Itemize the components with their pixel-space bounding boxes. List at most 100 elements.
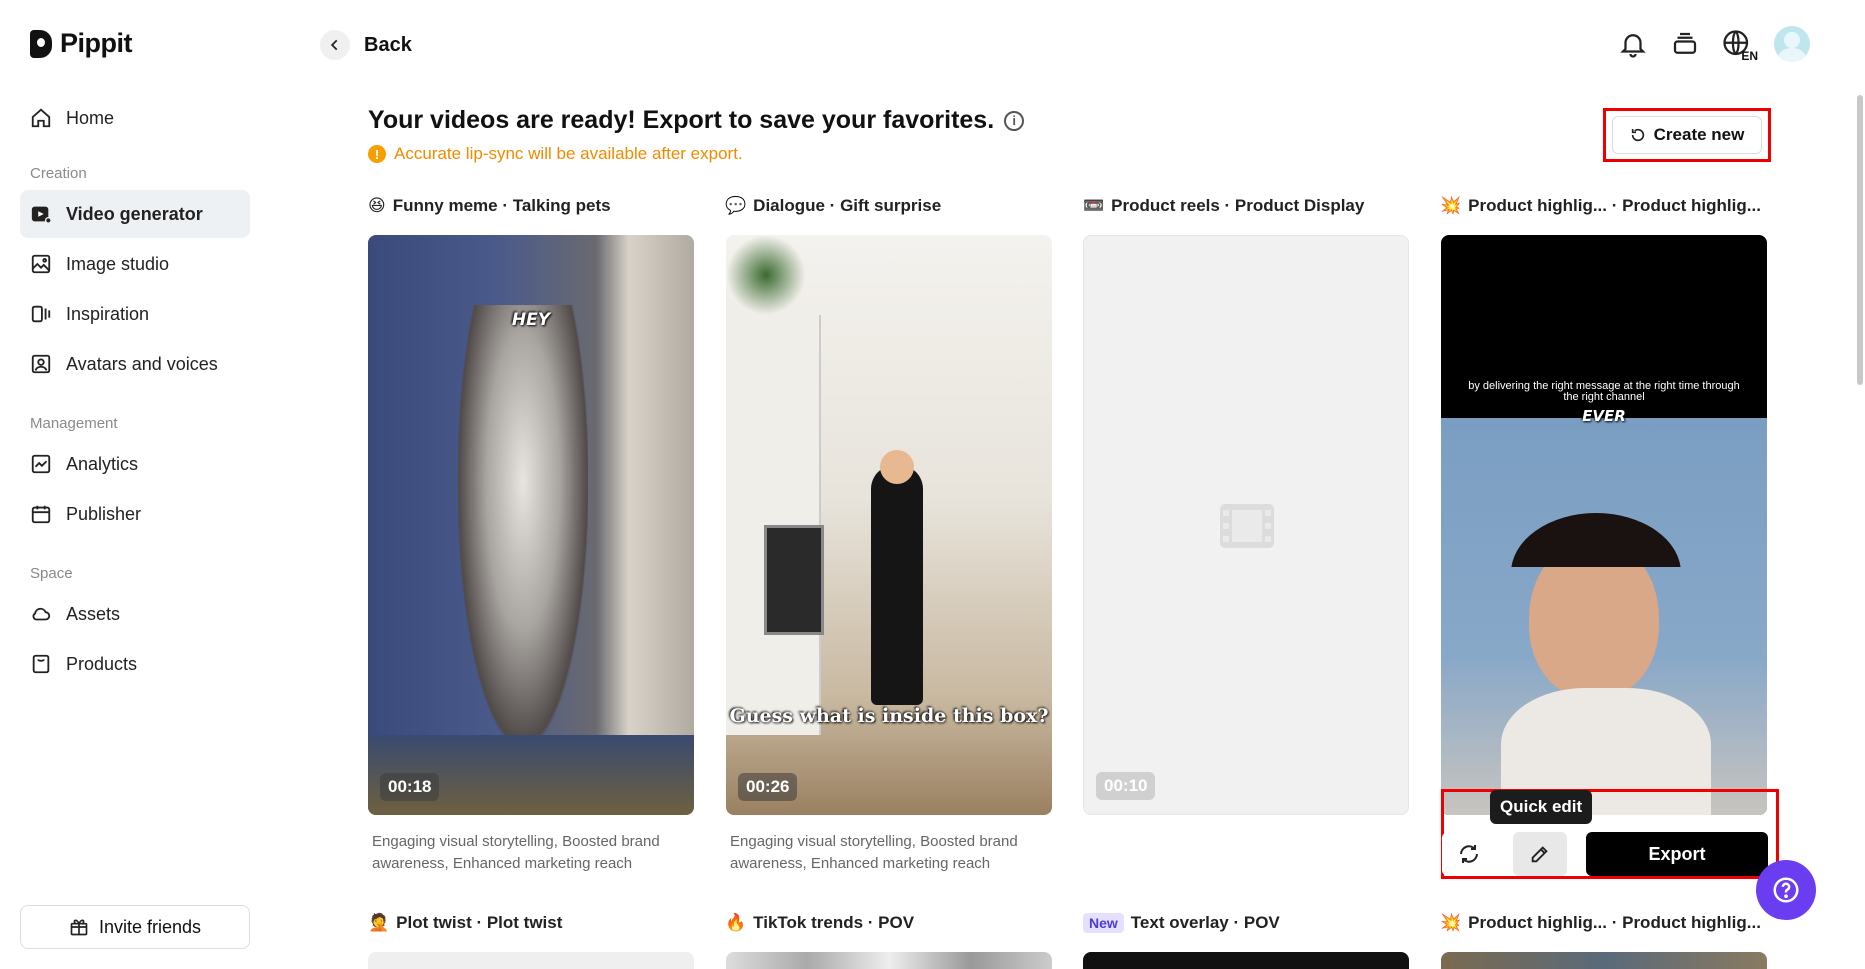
video-caption: by delivering the right message at the r… xyxy=(1468,380,1740,403)
sidebar-item-label: Products xyxy=(66,653,138,674)
regenerate-button[interactable] xyxy=(1442,832,1496,876)
scrollbar[interactable] xyxy=(1857,95,1863,385)
sidebar-item-analytics[interactable]: Analytics xyxy=(20,440,250,488)
create-new-button[interactable]: Create new xyxy=(1612,116,1762,154)
video-thumbnail[interactable] xyxy=(368,952,694,969)
film-icon xyxy=(1220,504,1274,548)
facepalm-emoji-icon: 🤦 xyxy=(368,913,390,932)
section-creation: Creation xyxy=(30,165,87,182)
pencil-icon xyxy=(1531,846,1548,863)
burst-icon: 💥 xyxy=(1440,913,1462,932)
sidebar-item-label: Analytics xyxy=(66,453,139,474)
video-caption: HEY xyxy=(511,310,551,330)
card-title-text: Product highlig... · Product highlig... xyxy=(1468,196,1761,215)
create-new-label: Create new xyxy=(1653,125,1745,144)
sidebar-item-label: Video generator xyxy=(66,203,203,224)
cat-figure xyxy=(458,305,588,745)
person-head xyxy=(880,450,914,484)
gift-icon xyxy=(70,919,88,936)
sidebar-item-products[interactable]: Products xyxy=(20,640,250,688)
fire-icon: 🔥 xyxy=(725,913,747,932)
card-title: 🤦 Plot twist · Plot twist xyxy=(368,913,562,933)
card-title-text: Funny meme · Talking pets xyxy=(392,196,611,215)
language-code: EN xyxy=(1741,49,1758,63)
page-title: Your videos are ready! Export to save yo… xyxy=(368,106,1025,135)
top-toolbar: EN xyxy=(1618,26,1810,63)
card-title-text: Plot twist · Plot twist xyxy=(396,913,563,932)
sidebar-item-assets[interactable]: Assets xyxy=(20,590,250,638)
card-description: Engaging visual storytelling, Boosted br… xyxy=(372,833,660,872)
sidebar-item-label: Inspiration xyxy=(66,303,150,324)
plant xyxy=(726,235,806,315)
video-generator-icon xyxy=(31,206,52,224)
card-title: New Text overlay · POV xyxy=(1083,913,1280,933)
inspiration-icon xyxy=(31,305,51,323)
sidebar-item-label: Assets xyxy=(66,603,121,624)
burst-icon: 💥 xyxy=(1440,196,1462,215)
sidebar-item-label: Avatars and voices xyxy=(66,353,218,374)
video-thumbnail[interactable]: HEY 00:18 xyxy=(368,235,694,815)
home-icon xyxy=(31,108,51,128)
duration-badge: 00:10 xyxy=(1096,772,1156,800)
person-figure xyxy=(871,465,923,705)
invite-label: Invite friends xyxy=(98,916,202,937)
sidebar-item-image-studio[interactable]: Image studio xyxy=(20,240,250,288)
info-icon[interactable]: i xyxy=(1004,110,1025,131)
export-button[interactable]: Export xyxy=(1586,832,1768,876)
duration-badge: 00:18 xyxy=(380,773,440,801)
quick-edit-button[interactable] xyxy=(1513,832,1567,876)
video-scene xyxy=(1441,418,1767,815)
back-button[interactable]: Back xyxy=(320,30,412,60)
calendar-icon xyxy=(31,505,51,524)
notice-text: Accurate lip-sync will be available afte… xyxy=(394,144,743,163)
lip-sync-notice: ! Accurate lip-sync will be available af… xyxy=(368,144,743,164)
tape-icon: 📼 xyxy=(1083,196,1105,215)
oven xyxy=(764,525,824,635)
question-icon xyxy=(1773,877,1799,903)
card-title: 📼 Product reels · Product Display xyxy=(1083,196,1364,216)
video-thumbnail[interactable]: Guess what is inside this box? 00:26 xyxy=(726,235,1052,815)
new-badge: New xyxy=(1083,913,1124,933)
stack-icon[interactable] xyxy=(1670,29,1700,59)
language-selector[interactable]: EN xyxy=(1722,29,1758,63)
avatar[interactable] xyxy=(1774,26,1810,62)
video-thumbnail[interactable] xyxy=(1083,952,1409,969)
video-caption-emphasis: EVER xyxy=(1582,407,1626,425)
invite-friends-button[interactable]: Invite friends xyxy=(20,905,250,949)
sidebar-item-avatars-voices[interactable]: Avatars and voices xyxy=(20,340,250,388)
sidebar-item-publisher[interactable]: Publisher xyxy=(20,490,250,538)
section-space: Space xyxy=(30,565,73,582)
quick-edit-tooltip: Quick edit xyxy=(1490,790,1593,824)
video-thumbnail-placeholder[interactable]: 00:10 xyxy=(1083,235,1409,815)
video-thumbnail[interactable] xyxy=(1441,952,1767,969)
video-thumbnail[interactable]: by delivering the right message at the r… xyxy=(1441,235,1767,815)
page-title-text: Your videos are ready! Export to save yo… xyxy=(368,106,995,134)
sidebar-item-label: Publisher xyxy=(66,503,142,524)
chevron-left-icon xyxy=(320,30,350,60)
card-title: 🔥 TikTok trends · POV xyxy=(725,913,914,933)
speech-bubble-icon: 💬 xyxy=(725,196,747,215)
cloud-icon xyxy=(32,607,51,621)
avatar-icon xyxy=(31,354,51,374)
video-thumbnail[interactable] xyxy=(726,952,1052,969)
sidebar-item-video-generator[interactable]: Video generator xyxy=(20,190,250,238)
logo-text: Pippit xyxy=(60,28,133,58)
card-title-text: Dialogue · Gift surprise xyxy=(753,196,942,215)
image-studio-icon xyxy=(31,254,51,274)
sidebar-item-label: Image studio xyxy=(66,253,170,274)
card-description: Engaging visual storytelling, Boosted br… xyxy=(730,833,1018,872)
analytics-icon xyxy=(31,454,51,474)
section-management: Management xyxy=(30,415,118,432)
product-box-icon xyxy=(32,654,50,674)
card-title-text: TikTok trends · POV xyxy=(753,913,915,932)
card-title-text: Text overlay · POV xyxy=(1130,913,1280,932)
video-caption: Guess what is inside this box? xyxy=(729,705,1049,727)
back-label: Back xyxy=(364,33,412,56)
sidebar-item-inspiration[interactable]: Inspiration xyxy=(20,290,250,338)
sidebar-item-label: Home xyxy=(66,107,115,128)
logo[interactable]: Pippit xyxy=(30,28,133,59)
bell-icon[interactable] xyxy=(1618,29,1648,59)
help-button[interactable] xyxy=(1756,860,1816,920)
regenerate-icon xyxy=(1460,845,1478,863)
sidebar-item-home[interactable]: Home xyxy=(20,94,250,142)
